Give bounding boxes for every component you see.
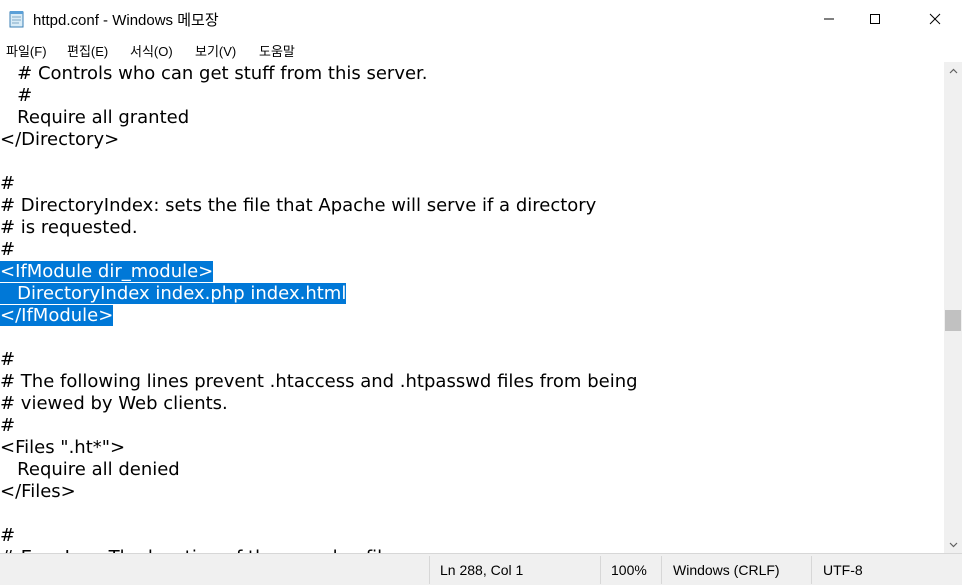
text-line-content: DirectoryIndex index.php index.html — [0, 283, 347, 304]
text-line-content: </IfModule> — [0, 305, 114, 326]
status-divider — [600, 556, 601, 584]
minimize-icon — [824, 18, 834, 20]
scroll-down-button[interactable] — [944, 536, 962, 553]
minimize-button[interactable] — [806, 0, 852, 38]
text-line: <IfModule dir_module> — [0, 261, 214, 283]
status-position: Ln 288, Col 1 — [440, 562, 524, 578]
status-divider — [811, 556, 812, 584]
text-line-content: # The following lines prevent .htaccess … — [0, 371, 638, 392]
text-line-content: # — [0, 525, 16, 546]
text-line: DirectoryIndex index.php index.html — [0, 283, 347, 305]
text-line-content: # Controls who can get stuff from this s… — [0, 63, 428, 84]
text-editor[interactable]: # Controls who can get stuff from this s… — [0, 62, 944, 553]
status-divider — [661, 556, 662, 584]
status-line-ending: Windows (CRLF) — [673, 562, 780, 578]
maximize-button[interactable] — [852, 0, 898, 38]
status-bar: Ln 288, Col 1 100% Windows (CRLF) UTF-8 — [0, 553, 962, 585]
text-line-content: # — [0, 239, 16, 260]
menu-file[interactable]: 파일(F) — [6, 41, 47, 60]
text-line: # viewed by Web clients. — [0, 393, 228, 415]
text-line: # — [0, 415, 15, 437]
text-line: # — [0, 85, 32, 107]
menu-format[interactable]: 서식(O) — [130, 41, 173, 60]
text-line-content: <Files ".ht*"> — [0, 437, 126, 458]
text-line-content: # viewed by Web clients. — [0, 393, 228, 414]
status-encoding: UTF-8 — [823, 562, 863, 578]
text-line: # — [0, 173, 15, 195]
text-line: </Directory> — [0, 129, 119, 151]
title-bar[interactable]: httpd.conf - Windows 메모장 — [0, 0, 962, 38]
text-line: # DirectoryIndex: sets the file that Apa… — [0, 195, 596, 217]
vertical-scrollbar[interactable] — [944, 62, 962, 553]
text-line: </Files> — [0, 481, 76, 503]
maximize-icon — [870, 14, 880, 24]
scroll-thumb[interactable] — [945, 310, 961, 331]
text-line: # — [0, 349, 15, 371]
menu-edit[interactable]: 편집(E) — [67, 41, 108, 60]
text-line: Require all denied — [0, 459, 180, 481]
chevron-up-icon — [949, 68, 957, 73]
text-line-content: # is requested. — [0, 217, 138, 238]
text-line-content: # — [0, 173, 16, 194]
text-line: # The following lines prevent .htaccess … — [0, 371, 638, 393]
text-line: <Files ".ht*"> — [0, 437, 125, 459]
status-zoom: 100% — [611, 562, 647, 578]
menu-view[interactable]: 보기(V) — [195, 41, 236, 60]
window-title: httpd.conf - Windows 메모장 — [33, 12, 219, 29]
status-divider — [429, 556, 430, 584]
menu-help[interactable]: 도움말 — [259, 41, 295, 60]
text-line: # Controls who can get stuff from this s… — [0, 63, 428, 85]
close-icon — [929, 13, 941, 25]
text-line-content: Require all denied — [0, 459, 180, 480]
text-line: </IfModule> — [0, 305, 114, 327]
menu-bar: 파일(F) 편집(E) 서식(O) 보기(V) 도움말 — [0, 38, 962, 62]
text-line-content: # — [0, 85, 33, 106]
text-line-content: # — [0, 349, 16, 370]
text-line-content: # DirectoryIndex: sets the file that Apa… — [0, 195, 597, 216]
text-line-content: Require all granted — [0, 107, 190, 128]
text-line-content: # — [0, 415, 16, 436]
notepad-icon — [9, 10, 25, 28]
scroll-up-button[interactable] — [944, 62, 962, 79]
text-line-content: </Files> — [0, 481, 76, 502]
text-line: # — [0, 525, 15, 547]
text-line: Require all granted — [0, 107, 189, 129]
text-line-content: </Directory> — [0, 129, 120, 150]
close-button[interactable] — [912, 0, 958, 38]
text-line: # — [0, 239, 15, 261]
text-line-content: <IfModule dir_module> — [0, 261, 214, 282]
text-line: # is requested. — [0, 217, 138, 239]
chevron-down-icon — [949, 542, 957, 547]
